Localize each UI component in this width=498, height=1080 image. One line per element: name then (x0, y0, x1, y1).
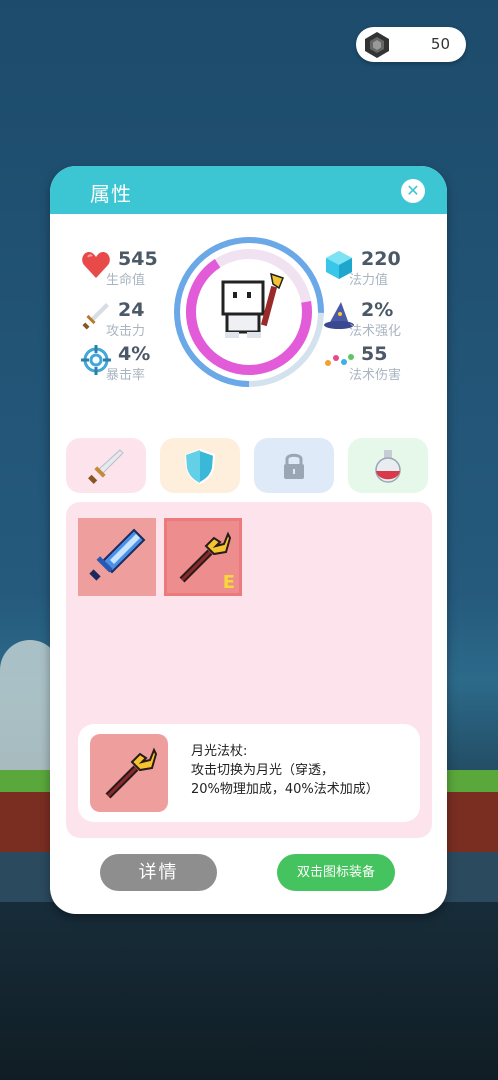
equip-hint-button[interactable]: 双击图标装备 (277, 854, 395, 891)
lock-icon (284, 453, 304, 479)
tab-potions[interactable] (348, 438, 428, 493)
panel-title: 属性 (90, 182, 132, 206)
blue-sword-icon (89, 528, 146, 581)
stat-attack-label: 攻击力 (106, 324, 146, 339)
details-button[interactable]: 详情 (100, 854, 217, 891)
inventory-slot-blue-sword[interactable] (78, 518, 156, 596)
stat-spell-boost-value: 2% (361, 299, 394, 321)
stat-spell-damage-value: 55 (361, 343, 388, 365)
character-portrait (174, 237, 324, 387)
description-item-icon (90, 734, 168, 812)
stat-hp-label: 生命值 (106, 273, 146, 288)
moonlight-staff-icon (105, 747, 158, 799)
close-button[interactable]: ✕ (401, 179, 425, 203)
character-sprite (221, 272, 284, 338)
inventory-slot-moonlight-staff[interactable]: E (164, 518, 242, 596)
panel-header: 属性 ✕ (50, 166, 447, 214)
stat-hp-value: 545 (118, 248, 158, 270)
attributes-panel: 属性 ✕ 545 生命值 24 攻击力 4% 暴击率 220 法力值 2% 法术… (50, 166, 447, 914)
stat-spell-damage-label: 法术伤害 (349, 368, 402, 383)
tab-armor[interactable] (160, 438, 240, 493)
stat-mana-value: 220 (361, 248, 401, 270)
sword-icon (88, 449, 124, 484)
item-effect-line-2: 20%物理加成，40%法术加成） (191, 782, 379, 797)
stat-attack-value: 24 (118, 299, 145, 321)
stat-mana-label: 法力值 (349, 273, 389, 288)
currency-counter: 50 (356, 27, 466, 62)
equipped-badge: E (222, 572, 235, 593)
currency-amount: 50 (430, 35, 450, 53)
potion-icon (375, 450, 401, 483)
hexagon-gem-icon (365, 32, 389, 58)
stat-crit-label: 暴击率 (106, 368, 146, 383)
item-description-text: 月光法杖: 攻击切换为月光（穿透， 20%物理加成，40%法术加成） (191, 742, 379, 799)
item-description-card: 月光法杖: 攻击切换为月光（穿透， 20%物理加成，40%法术加成） (78, 724, 420, 822)
tab-weapons[interactable] (66, 438, 146, 493)
inventory-grid: E 月光法杖: 攻击切换为月光（穿透， 20%物理加成，40%法术加成） (66, 502, 432, 838)
item-name: 月光法杖: (191, 744, 248, 759)
stat-spell-boost-label: 法术强化 (349, 324, 402, 339)
shield-icon (184, 448, 216, 485)
item-effect-line-1: 攻击切换为月光（穿透， (191, 763, 335, 778)
tab-locked[interactable] (254, 438, 334, 493)
stat-crit-value: 4% (118, 343, 151, 365)
close-icon: ✕ (406, 181, 420, 200)
